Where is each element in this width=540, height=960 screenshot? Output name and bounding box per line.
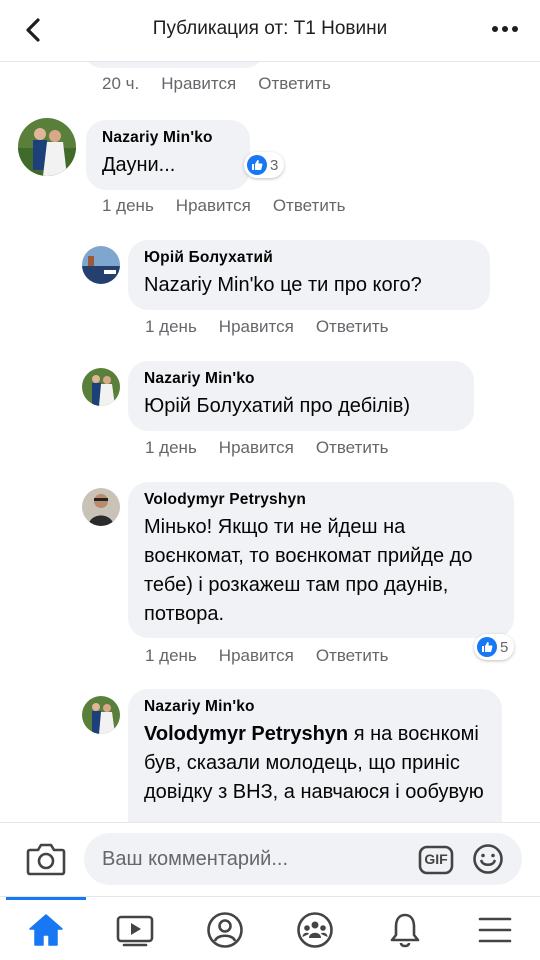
comment-time: 1 день [145, 438, 197, 457]
gif-label: GIF [424, 851, 448, 867]
avatar[interactable] [82, 696, 120, 734]
comment-text: Volodymyr Petryshyn я на воєнкомі був, с… [144, 720, 486, 807]
avatar-photo-icon [82, 696, 120, 734]
reaction-count: 5 [500, 638, 509, 656]
mention-link[interactable]: Volodymyr Petryshyn [144, 723, 348, 745]
groups-icon [297, 912, 333, 948]
dot [512, 26, 518, 32]
reply-link[interactable]: Ответить [316, 317, 389, 336]
like-link[interactable]: Нравится [219, 317, 294, 336]
tab-home[interactable] [25, 909, 67, 951]
comment-text: Мінько! Якщо ти не йдеш на воєнкомат, то… [144, 516, 473, 625]
comment-meta: 1 день Нравится Ответить [145, 317, 388, 337]
tab-profile[interactable] [204, 909, 246, 951]
avatar[interactable] [82, 488, 120, 526]
camera-button[interactable] [26, 841, 66, 877]
dot [492, 26, 498, 32]
avatar-photo-icon [82, 368, 120, 406]
reaction-badge[interactable]: 3 [244, 152, 285, 178]
reply-link[interactable]: Ответить [316, 646, 389, 665]
active-tab-indicator [6, 897, 86, 900]
like-link[interactable]: Нравится [176, 196, 251, 215]
comment-input[interactable] [84, 833, 522, 885]
home-icon [29, 914, 63, 946]
menu-icon [478, 917, 512, 943]
like-link[interactable]: Нравится [219, 646, 294, 665]
comment-text: Nazariy Min'ko це ти про кого? [144, 274, 422, 296]
tab-notifications[interactable] [384, 909, 426, 951]
more-options-button[interactable] [492, 26, 518, 34]
emoji-button[interactable] [472, 843, 504, 875]
reply-link[interactable]: Ответить [258, 74, 331, 93]
comment-composer: GIF [0, 822, 540, 896]
top-bar: Публикация от: Т1 Новини [0, 0, 540, 62]
reply-link[interactable]: Ответить [273, 196, 346, 215]
like-link[interactable]: Нравится [219, 438, 294, 457]
comment-time: 1 день [145, 646, 197, 665]
dot [502, 26, 508, 32]
gif-button[interactable]: GIF [418, 845, 454, 875]
comment-author[interactable]: Volodymyr Petryshyn [144, 491, 498, 509]
comment-time: 20 ч. [102, 74, 140, 93]
comment-text: Юрій Болухатий про дебілів) [144, 395, 410, 417]
like-reaction-icon [477, 637, 497, 657]
avatar-photo-icon [18, 118, 76, 176]
tab-groups[interactable] [294, 909, 336, 951]
comment-bubble[interactable]: Nazariy Min'ko Дауни... [86, 120, 250, 190]
comment-bubble[interactable]: Volodymyr Petryshyn Мінько! Якщо ти не й… [128, 482, 514, 638]
like-link[interactable]: Нравится [161, 74, 236, 93]
comments-feed[interactable]: 20 ч. Нравится Ответить Nazariy Min'ko Дау… [0, 62, 540, 822]
avatar[interactable] [82, 368, 120, 406]
comment-author[interactable]: Nazariy Min'ko [144, 370, 458, 388]
notifications-icon [390, 913, 420, 948]
comment-meta: 1 день Нравится Ответить [145, 438, 388, 458]
avatar-photo-icon [82, 488, 120, 526]
reply-link[interactable]: Ответить [316, 438, 389, 457]
tab-menu[interactable] [474, 909, 516, 951]
comment-bubble[interactable]: Юрій Болухатий Nazariy Min'ko це ти про … [128, 240, 490, 310]
reaction-badge[interactable]: 5 [474, 634, 515, 660]
previous-comment-bubble [84, 62, 264, 68]
previous-comment-meta: 20 ч. Нравится Ответить [102, 74, 331, 94]
comment-meta: 1 день Нравится Ответить [145, 646, 388, 666]
avatar-photo-icon [82, 246, 120, 284]
comment-author[interactable]: Юрій Болухатий [144, 249, 474, 267]
comment-bubble[interactable]: Nazariy Min'ko Volodymyr Petryshyn я на … [128, 689, 502, 822]
avatar[interactable] [82, 246, 120, 284]
avatar[interactable] [18, 118, 76, 176]
comment-author[interactable]: Nazariy Min'ko [102, 129, 234, 147]
comment-text: Дауни... [102, 154, 176, 176]
comment-bubble[interactable]: Nazariy Min'ko Юрій Болухатий про дебілі… [128, 361, 474, 431]
comment-time: 1 день [145, 317, 197, 336]
tab-video[interactable] [114, 909, 156, 951]
comment-author[interactable]: Nazariy Min'ko [144, 698, 486, 716]
profile-icon [207, 912, 243, 948]
comment-meta: 1 день Нравится Ответить [102, 196, 345, 216]
like-reaction-icon [247, 155, 267, 175]
video-icon [116, 915, 154, 947]
bottom-tab-bar [0, 896, 540, 960]
camera-icon [26, 843, 66, 876]
comment-time: 1 день [102, 196, 154, 215]
reaction-count: 3 [270, 156, 279, 174]
emoji-icon [473, 844, 503, 874]
page-title: Публикация от: Т1 Новини [152, 18, 388, 39]
